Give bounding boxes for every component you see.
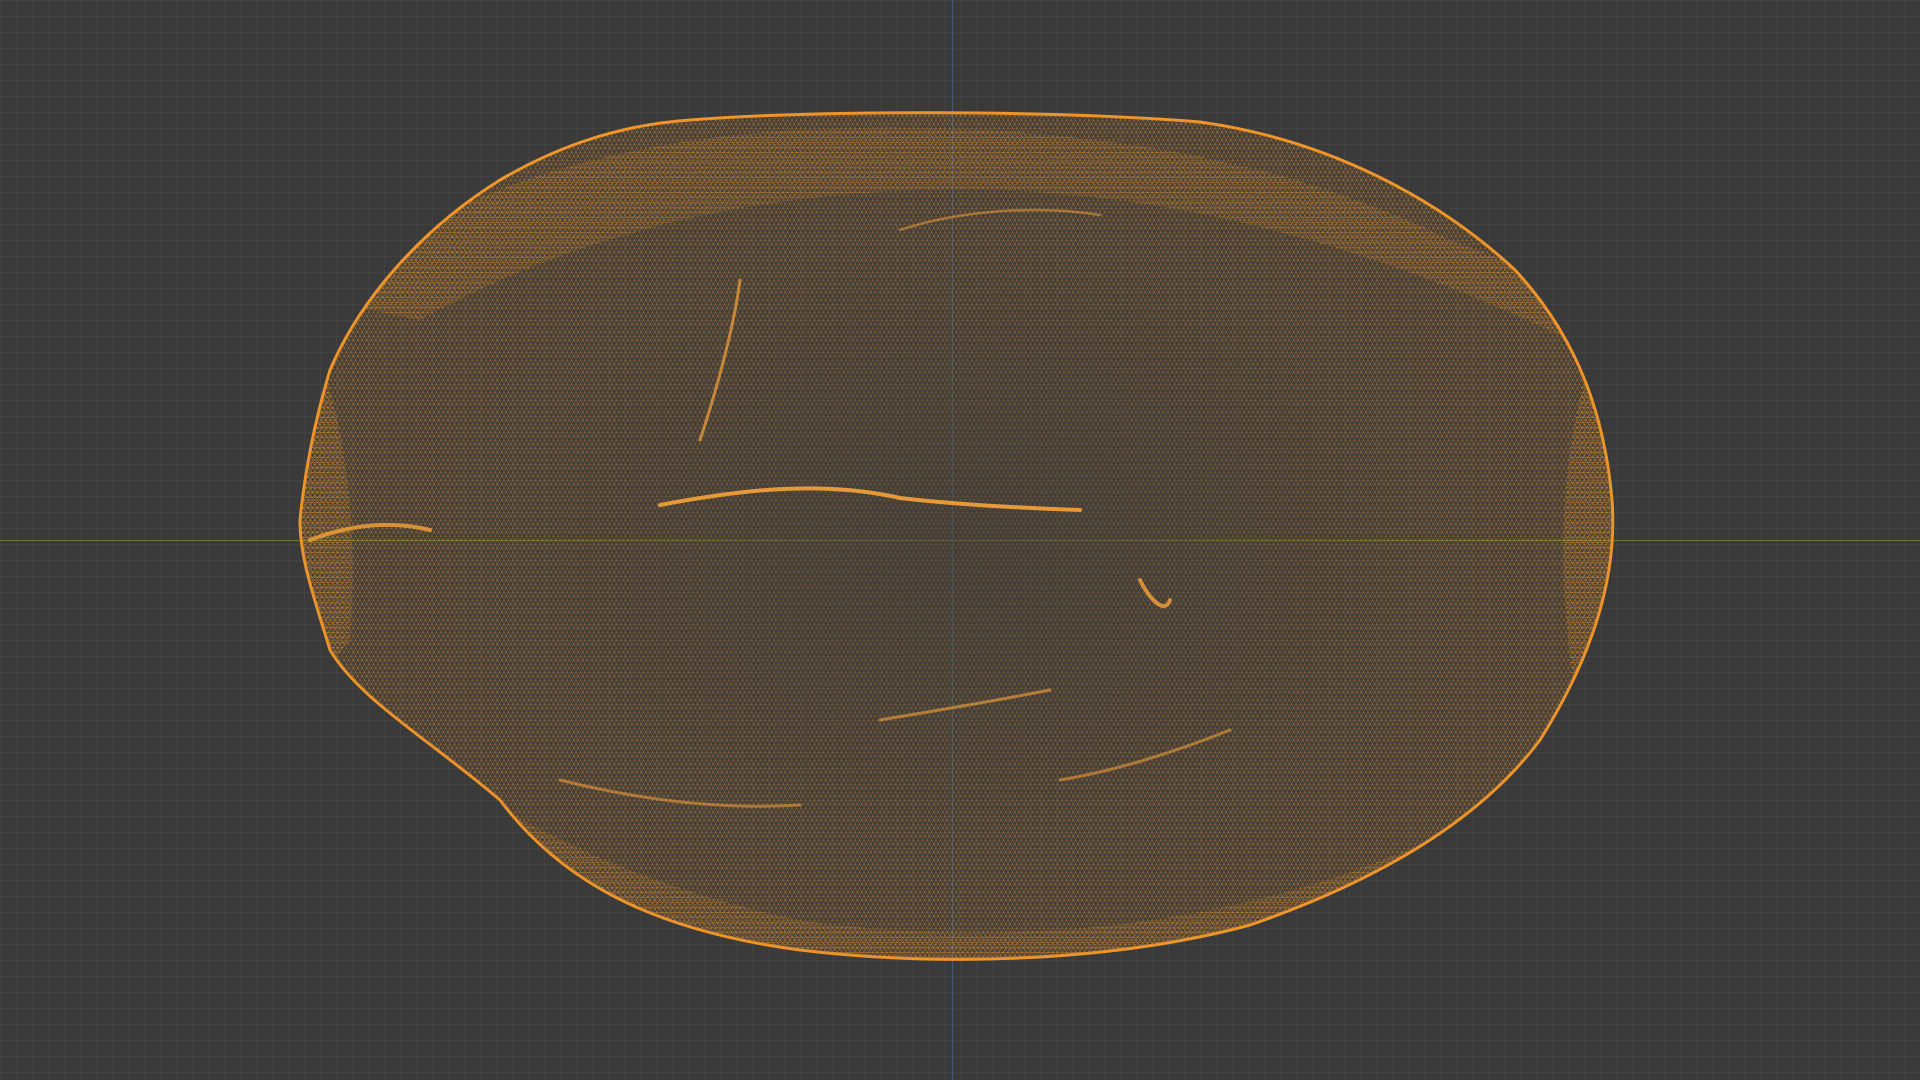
rock-mesh-body[interactable]: [298, 110, 1620, 970]
mesh-interior-shade: [300, 112, 1613, 960]
3d-viewport[interactable]: [0, 0, 1920, 1080]
wireframe-mesh[interactable]: [0, 0, 1920, 1080]
